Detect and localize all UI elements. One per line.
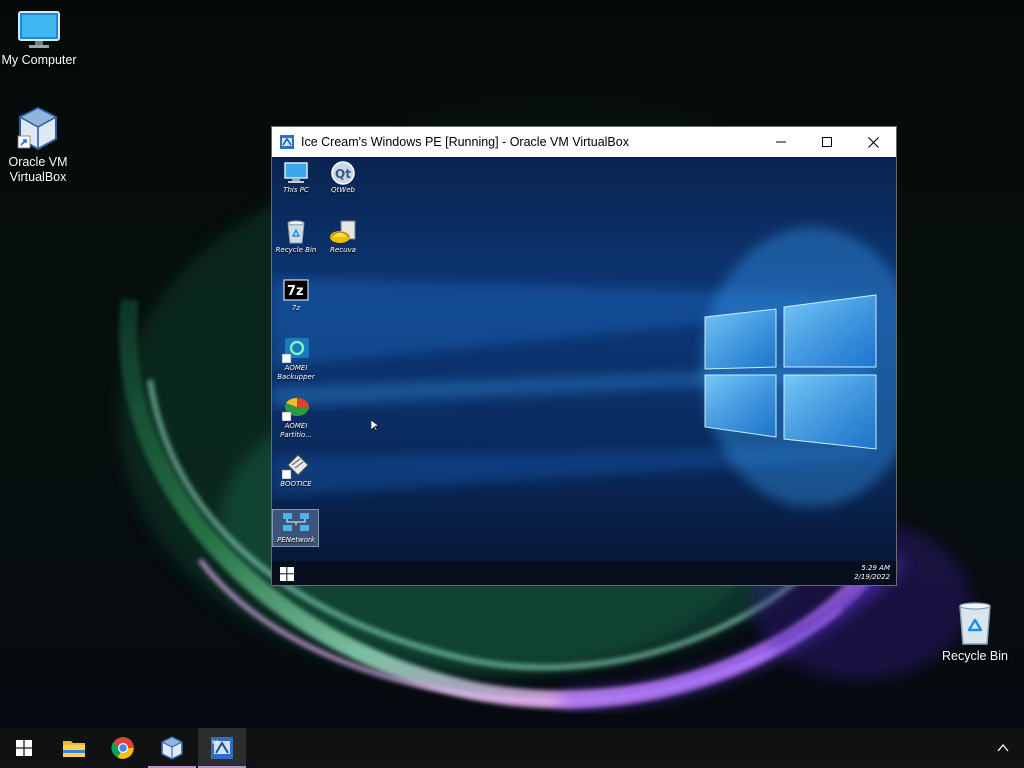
window-titlebar[interactable]: Ice Cream's Windows PE [Running] - Oracl… — [272, 127, 896, 157]
guest-icon-label: Recycle Bin — [275, 246, 317, 254]
guest-clock-time: 5:29 AM — [861, 564, 890, 572]
guest-taskbar: 5:29 AM 2/19/2022 — [272, 561, 896, 585]
windows-start-icon — [16, 740, 32, 756]
desktop-icon-label: Oracle VM VirtualBox — [8, 155, 68, 184]
aomei-partition-icon — [282, 397, 309, 421]
mouse-cursor-icon — [371, 420, 379, 432]
guest-icon-aomei-partition[interactable]: AOMEI Partitio... — [272, 395, 320, 440]
guest-icon-label: BOOTICE — [280, 480, 312, 488]
windows-start-icon[interactable] — [280, 567, 294, 581]
virtualbox-icon — [17, 106, 58, 151]
virtualbox-vm-icon: 64 — [211, 737, 233, 759]
chrome-icon — [111, 737, 134, 759]
taskbar-file-explorer[interactable] — [50, 728, 98, 768]
folder-icon — [63, 741, 85, 757]
guest-icon-label: AOMEI Backupper — [277, 364, 315, 381]
maximize-button[interactable] — [804, 127, 850, 157]
guest-icon-aomei-backupper[interactable]: AOMEI Backupper — [272, 337, 320, 382]
chevron-up-icon[interactable] — [996, 741, 1010, 755]
desktop-icon-my-computer[interactable]: My Computer — [0, 10, 81, 68]
desktop-icon-oracle-vm-virtualbox[interactable]: Oracle VM VirtualBox — [0, 106, 80, 185]
minimize-button[interactable] — [758, 127, 804, 157]
penetwork-icon — [283, 513, 309, 531]
svg-text:Qt: Qt — [335, 167, 351, 181]
guest-icon-label: PENetwork — [277, 536, 315, 544]
close-icon — [868, 137, 879, 148]
guest-icon-label: Recuva — [330, 246, 356, 254]
qtweb-icon: Qt — [331, 161, 355, 185]
taskbar-virtualbox-vm[interactable]: 64 — [198, 728, 246, 768]
guest-icon-bootice[interactable]: BOOTICE — [272, 453, 320, 489]
monitor-icon — [18, 11, 60, 48]
guest-clock[interactable]: 5:29 AM 2/19/2022 — [854, 564, 890, 582]
recycle-bin-icon — [959, 602, 991, 645]
desktop-icon-label: Recycle Bin — [942, 649, 1008, 663]
virtualbox-icon — [160, 736, 184, 760]
aomei-backupper-icon — [282, 338, 309, 363]
guest-screen[interactable]: This PC Recycle Bin 7z 7z AOMEI Backuppe… — [272, 157, 896, 585]
guest-icon-label: 7z — [291, 304, 301, 312]
guest-icon-label: AOMEI Partitio... — [280, 422, 312, 439]
close-button[interactable] — [850, 127, 896, 157]
guest-icon-recycle-bin[interactable]: Recycle Bin — [272, 219, 320, 255]
guest-icon-penetwork[interactable]: PENetwork — [272, 511, 320, 545]
taskbar-virtualbox-manager[interactable] — [148, 728, 196, 768]
virtualbox-vm-icon — [280, 135, 294, 149]
desktop-icon-label: My Computer — [1, 53, 77, 67]
guest-icon-recuva[interactable]: Recuva — [319, 219, 367, 255]
bootice-icon — [282, 454, 309, 479]
svg-text:64: 64 — [212, 740, 218, 746]
maximize-icon — [822, 137, 832, 147]
guest-icon-7z[interactable]: 7z 7z — [272, 279, 320, 313]
guest-icon-qtweb[interactable]: Qt QtWeb — [319, 161, 367, 195]
guest-icon-label: QtWeb — [331, 186, 355, 194]
minimize-icon — [776, 141, 786, 143]
recycle-bin-icon — [287, 220, 305, 244]
taskbar: 64 — [0, 728, 1024, 768]
guest-clock-date: 2/19/2022 — [854, 573, 890, 581]
window-title: Ice Cream's Windows PE [Running] - Oracl… — [301, 135, 629, 149]
7zip-icon: 7z — [283, 279, 309, 301]
recuva-icon — [330, 220, 356, 243]
virtualbox-vm-window[interactable]: Ice Cream's Windows PE [Running] - Oracl… — [271, 126, 897, 586]
guest-icon-this-pc[interactable]: This PC — [272, 161, 320, 195]
desktop-icon-recycle-bin[interactable]: Recycle Bin — [933, 600, 1017, 664]
this-pc-icon — [284, 162, 308, 183]
guest-icon-label: This PC — [283, 186, 309, 194]
start-button[interactable] — [0, 728, 48, 768]
svg-text:7z: 7z — [287, 284, 304, 299]
taskbar-chrome[interactable] — [99, 728, 147, 768]
